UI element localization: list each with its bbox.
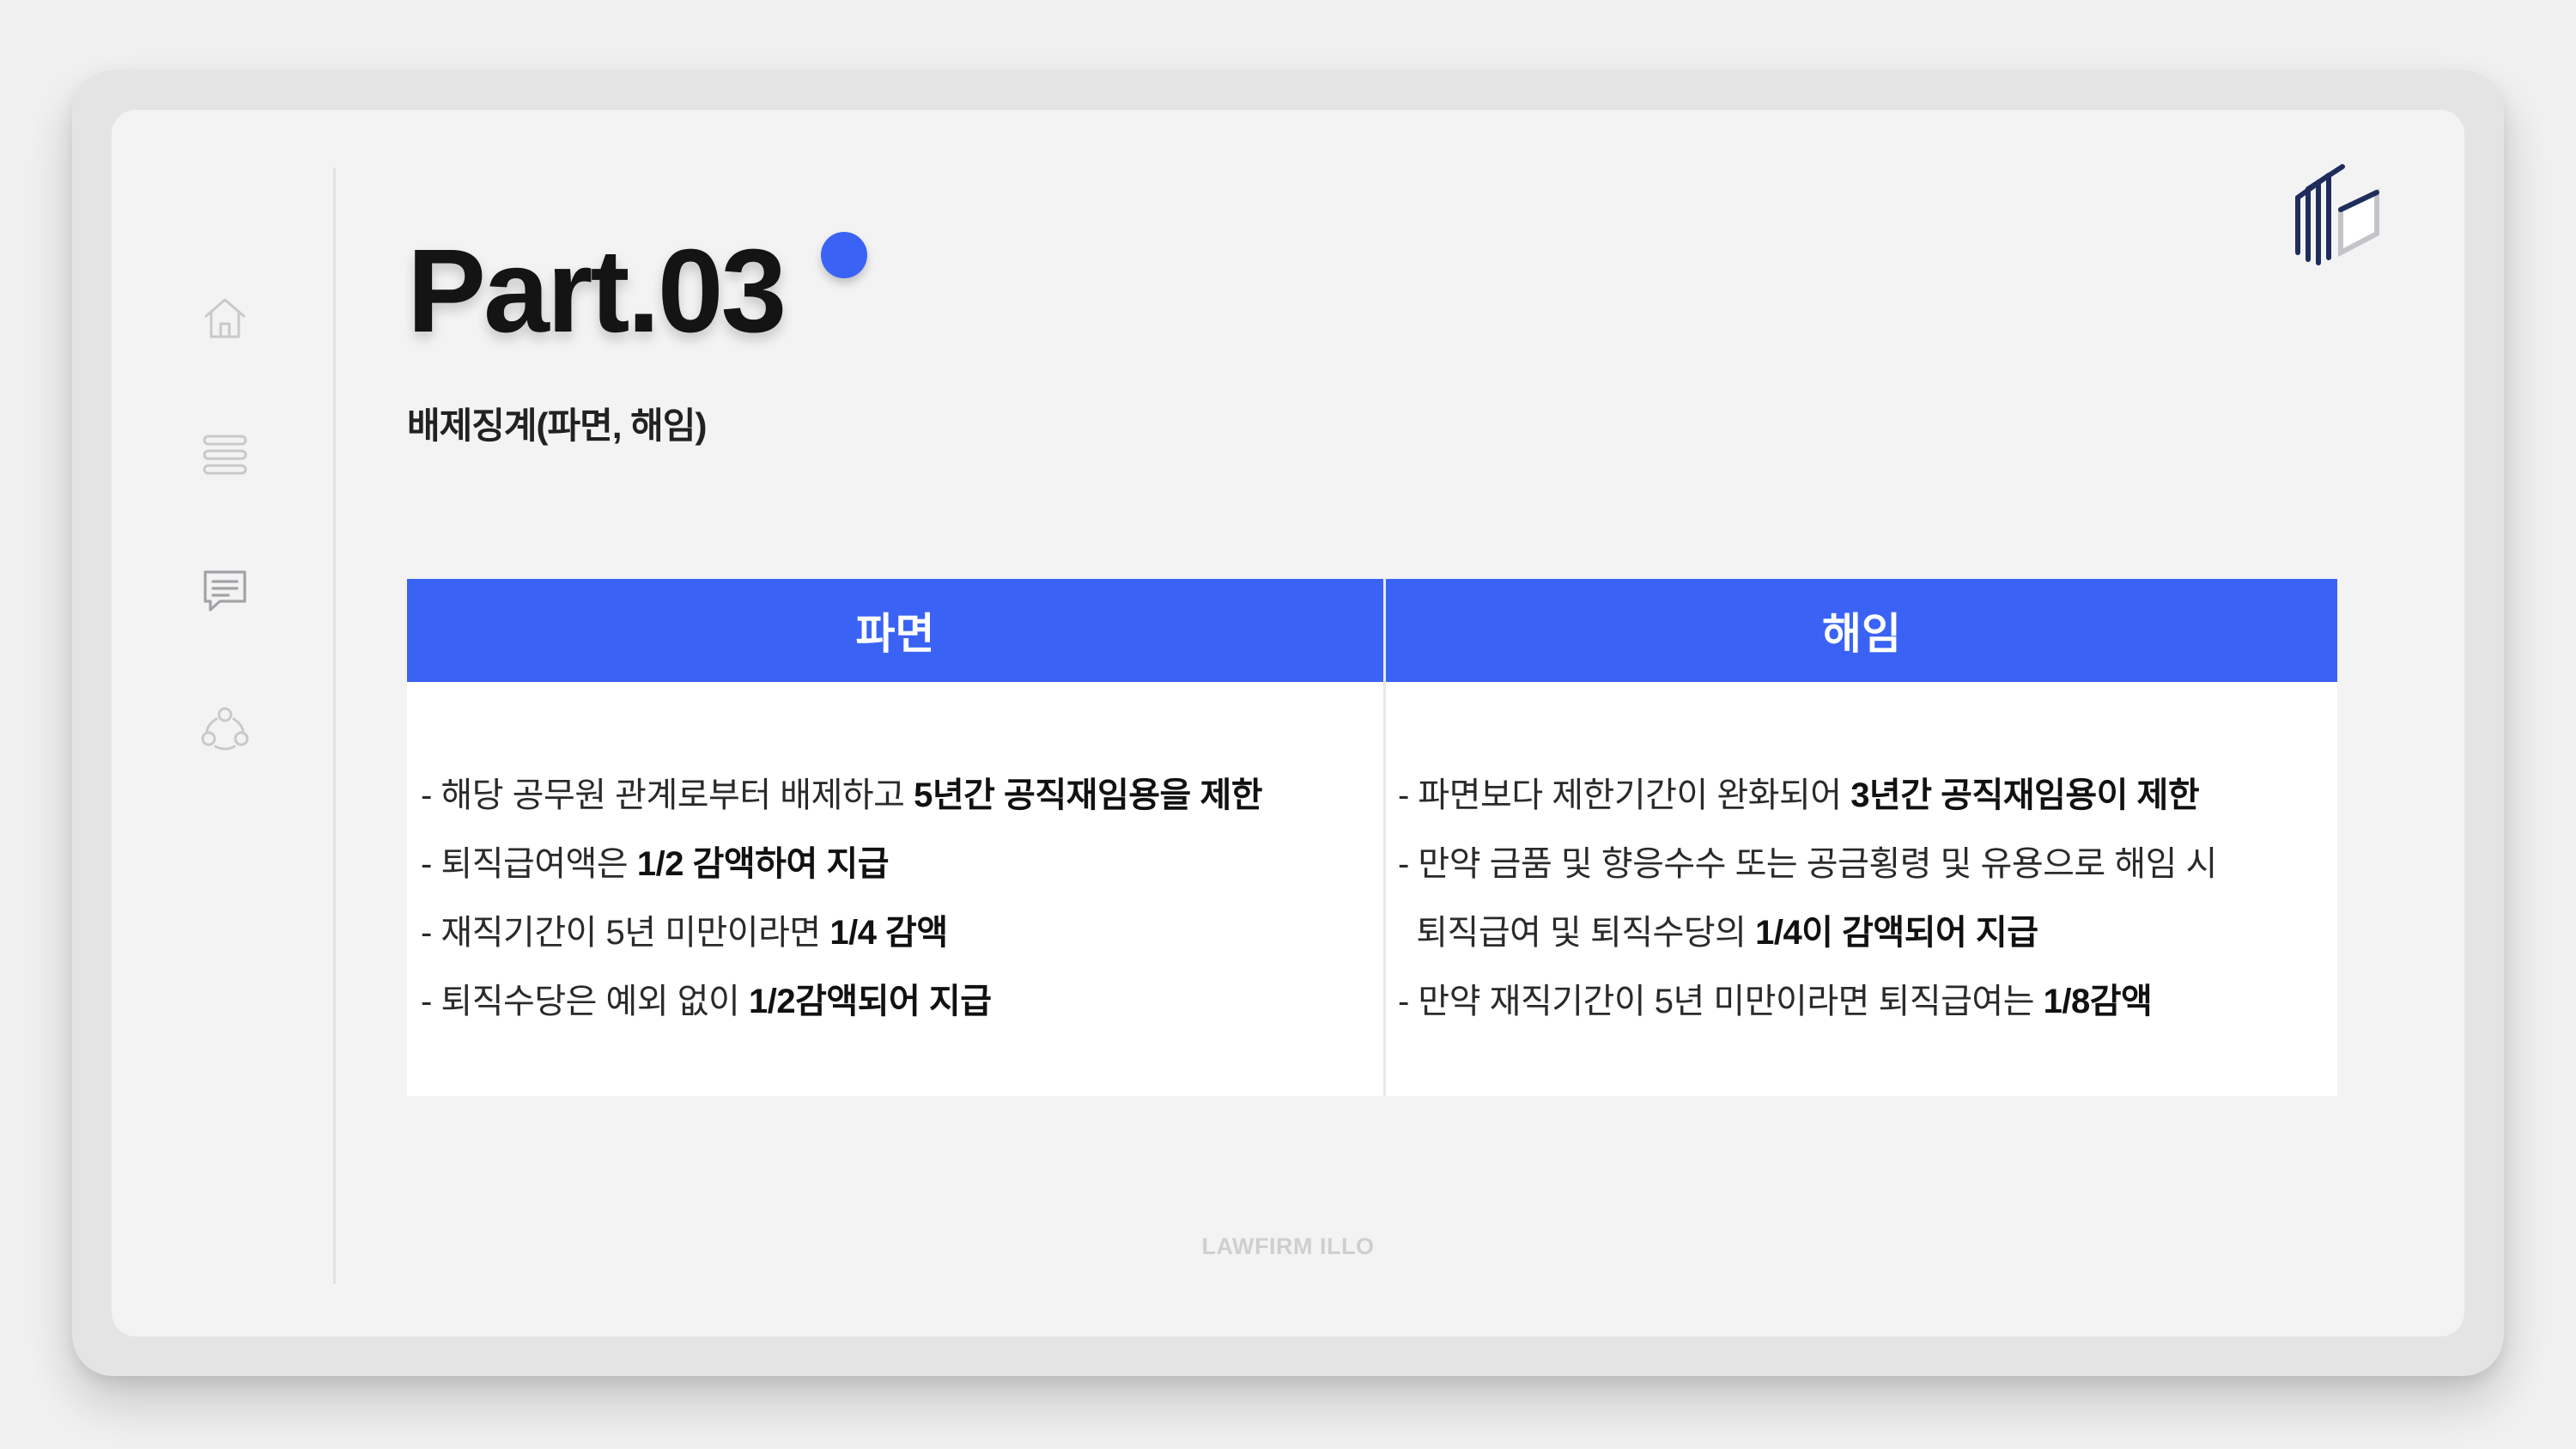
bullet-item: - 만약 재직기간이 5년 미만이라면 퇴직급여는 1/8감액 [1398,967,2337,1036]
bullet-item: 퇴직급여 및 퇴직수당의 1/4이 감액되어 지급 [1398,898,2337,967]
bullet-item: - 파면보다 제한기간이 완화되어 3년간 공직재임용이 제한 [1398,761,2337,830]
sidebar-divider [333,167,336,1284]
page-title: Part.03 [407,225,787,357]
home-icon[interactable] [199,292,251,344]
bullet-emphasis: 1/8감액 [2043,983,2153,1020]
column-divider [1383,579,1386,1096]
bullet-emphasis: 1/2감액되어 지급 [748,983,992,1020]
bullet-text: - 퇴직수당은 예외 없이 [421,983,749,1020]
bullet-text: - 재직기간이 5년 미만이라면 [421,914,830,952]
footer-brand: LAWFIRM ILLO [1201,1233,1375,1259]
chat-message-icon[interactable] [199,565,251,617]
bullet-text: - 만약 금품 및 향응수수 또는 공금횡령 및 유용으로 해임 시 [1398,845,2217,883]
bullet-item: - 재직기간이 5년 미만이라면 1/4 감액 [421,898,1383,967]
bullet-emphasis: 5년간 공직재임용을 제한 [914,776,1263,814]
bullet-list-haeim: - 파면보다 제한기간이 완화되어 3년간 공직재임용이 제한 - 만약 금품 및… [1398,761,2337,1036]
column-header-pamyeon: 파면 [407,579,1383,682]
bullet-emphasis: 3년간 공직재임용이 제한 [1850,776,2200,814]
bullet-text: - 퇴직급여액은 [421,845,637,883]
comparison-table: 파면 해임 - 해당 공무원 관계로부터 배제하고 5년간 공직재임용을 제한 -… [407,579,2337,1096]
bullet-text: - 해당 공무원 관계로부터 배제하고 [421,776,914,814]
bullet-emphasis: 1/2 감액하여 지급 [636,845,890,883]
bullet-emphasis: 1/4이 감액되어 지급 [1755,914,2038,952]
page-subtitle: 배제징계(파면, 해임) [407,405,707,446]
column-body-haeim: - 파면보다 제한기간이 완화되어 3년간 공직재임용이 제한 - 만약 금품 및… [1386,682,2337,1096]
bullet-item: - 해당 공무원 관계로부터 배제하고 5년간 공직재임용을 제한 [421,761,1383,830]
bullet-text: - 파면보다 제한기간이 완화되어 [1398,776,1851,814]
accent-dot [821,232,867,278]
bullet-item: - 퇴직수당은 예외 없이 1/2감액되어 지급 [421,967,1383,1036]
bullet-text: - 만약 재직기간이 5년 미만이라면 퇴직급여는 [1398,983,2044,1020]
bullet-item: - 퇴직급여액은 1/2 감액하여 지급 [421,830,1383,898]
bullet-text: 퇴직급여 및 퇴직수당의 [1398,914,1756,952]
bullet-emphasis: 1/4 감액 [829,914,948,952]
bullet-list-pamyeon: - 해당 공무원 관계로부터 배제하고 5년간 공직재임용을 제한 - 퇴직급여액… [421,761,1383,1036]
cube-lines-logo-icon [2291,163,2387,266]
column-body-pamyeon: - 해당 공무원 관계로부터 배제하고 5년간 공직재임용을 제한 - 퇴직급여액… [407,682,1383,1096]
menu-lines-icon[interactable] [199,429,251,481]
bullet-item: - 만약 금품 및 향응수수 또는 공금횡령 및 유용으로 해임 시 [1398,830,2337,898]
group-users-icon[interactable] [199,703,251,754]
column-header-haeim: 해임 [1386,579,2337,682]
